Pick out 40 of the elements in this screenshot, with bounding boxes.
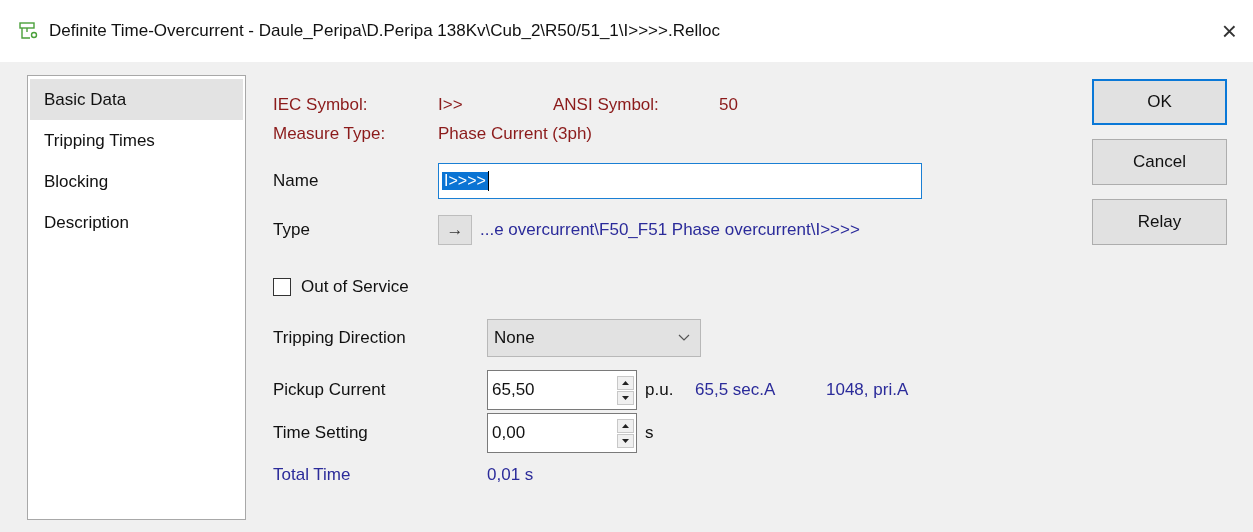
total-time-label: Total Time (273, 465, 352, 485)
sidebar-item[interactable]: Blocking (30, 161, 243, 202)
type-jump-button[interactable]: → (438, 215, 472, 245)
spin-down-icon[interactable] (617, 433, 634, 448)
spin-down-icon[interactable] (617, 390, 634, 405)
time-setting-spinbox[interactable]: 0,00 (487, 413, 637, 453)
close-button[interactable]: × (1221, 18, 1237, 44)
type-path-link[interactable]: ...e overcurrent\F50_F51 Phase overcurrent\I>>>> (480, 220, 860, 240)
ansi-symbol-label: ANSI Symbol: (553, 95, 660, 115)
name-label: Name (273, 171, 320, 191)
total-time-value: 0,01 s (487, 465, 534, 485)
window-title: Definite Time-Overcurrent - Daule_Peripa\D.Peripa 138Kv\Cub_2\R50/51_1\I>>>>.Relloc (49, 21, 721, 41)
pickup-unit-label: p.u. (645, 380, 675, 400)
type-label: Type (273, 220, 311, 240)
sidebar-item[interactable]: Tripping Times (30, 120, 243, 161)
iec-symbol-value: I>> (438, 95, 464, 115)
app-icon (19, 22, 39, 40)
secondary-current-value: 65,5 sec.A (695, 380, 777, 400)
time-unit-label: s (645, 423, 655, 443)
iec-symbol-label: IEC Symbol: (273, 95, 369, 115)
name-field[interactable]: I>>>> (438, 163, 922, 199)
measure-type-label: Measure Type: (273, 124, 387, 144)
dialog-button[interactable]: Relay (1092, 199, 1227, 245)
pickup-current-label: Pickup Current (273, 380, 387, 400)
dialog-button[interactable]: Cancel (1092, 139, 1227, 185)
sidebar-item[interactable]: Description (30, 202, 243, 243)
pickup-current-spinbox[interactable]: 65,50 (487, 370, 637, 410)
primary-current-value: 1048, pri.A (826, 380, 909, 400)
dialog-button[interactable]: OK (1092, 79, 1227, 125)
spin-up-icon[interactable] (617, 418, 634, 433)
spin-up-icon[interactable] (617, 375, 634, 390)
ansi-symbol-value: 50 (719, 95, 738, 115)
tripping-direction-dropdown[interactable]: None (487, 319, 701, 357)
tripping-direction-label: Tripping Direction (273, 328, 407, 348)
sidebar-item[interactable]: Basic Data (30, 79, 243, 120)
time-setting-label: Time Setting (273, 423, 369, 443)
chevron-down-icon (678, 334, 690, 342)
out-of-service-label: Out of Service (301, 277, 409, 297)
out-of-service-checkbox[interactable] (273, 278, 291, 296)
measure-type-value: Phase Current (3ph) (438, 124, 593, 144)
